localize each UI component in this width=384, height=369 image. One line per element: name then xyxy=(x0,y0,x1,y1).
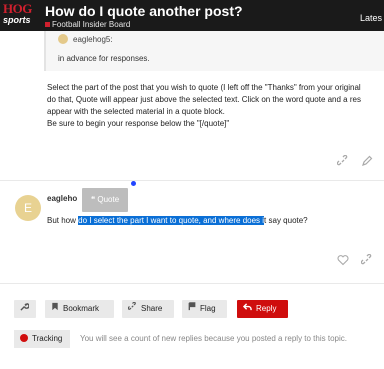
post2-text-after: t say quote? xyxy=(264,216,308,225)
post-divider xyxy=(0,180,384,181)
post1-line-2: do that, Quote will appear just above th… xyxy=(47,95,361,104)
category-badge[interactable]: Football Insider Board xyxy=(45,20,130,29)
flag-icon xyxy=(188,300,196,318)
header-latest-link[interactable]: Lates xyxy=(360,13,382,23)
notification-tracking-button[interactable]: Tracking xyxy=(14,330,70,348)
quote-selection-label: Quote xyxy=(97,195,120,204)
reply-button[interactable]: Reply xyxy=(237,300,288,318)
quote-text: in advance for responses. xyxy=(58,54,150,63)
tracking-dot-icon xyxy=(20,334,28,342)
edit-pencil-icon[interactable] xyxy=(360,155,374,169)
tracking-label: Tracking xyxy=(32,334,63,343)
reply-arrow-icon xyxy=(242,300,252,318)
quote-author[interactable]: eaglehog5: xyxy=(73,35,113,44)
tracking-description: You will see a count of new replies beca… xyxy=(80,334,347,343)
site-logo[interactable]: HOG sports xyxy=(2,2,43,28)
flag-button[interactable]: Flag xyxy=(182,300,227,318)
bookmark-icon xyxy=(51,300,59,318)
post1-line-4: Be sure to begin your response below the… xyxy=(47,119,230,128)
like-heart-icon[interactable] xyxy=(336,254,350,268)
admin-wrench-button[interactable] xyxy=(14,300,36,318)
wrench-icon xyxy=(20,300,30,318)
post1-line-3: appear with the selected material in a q… xyxy=(47,107,225,116)
flag-label: Flag xyxy=(200,304,216,313)
post-divider xyxy=(0,283,384,284)
logo-sports: sports xyxy=(3,15,31,25)
selected-text[interactable]: do I select the part I want to quote, an… xyxy=(78,216,265,225)
post2-text-before: But how xyxy=(47,216,79,225)
post2-author[interactable]: eagleho xyxy=(47,194,77,203)
share-link-icon xyxy=(127,300,137,318)
logo-hog: HOG xyxy=(3,1,32,16)
topic-title[interactable]: How do I quote another post? xyxy=(45,3,243,19)
quote-selection-button[interactable]: ❝ Quote xyxy=(82,188,128,212)
category-color-square xyxy=(45,22,50,27)
bookmark-label: Bookmark xyxy=(63,304,100,313)
bookmark-button[interactable]: Bookmark xyxy=(45,300,114,318)
link-icon[interactable] xyxy=(360,253,374,268)
quote-block: eaglehog5: in advance for responses. xyxy=(44,31,384,71)
share-label: Share xyxy=(141,304,163,313)
share-button[interactable]: Share xyxy=(122,300,174,318)
top-header: HOG sports How do I quote another post? … xyxy=(0,0,384,31)
avatar[interactable]: E xyxy=(15,195,41,221)
quote-avatar xyxy=(58,34,68,44)
reply-label: Reply xyxy=(256,304,277,313)
selection-handle[interactable] xyxy=(131,181,136,186)
post1-line-1: Select the part of the post that you wis… xyxy=(47,83,361,92)
category-label: Football Insider Board xyxy=(52,20,131,29)
post2-body: But how do I select the part I want to q… xyxy=(47,215,308,227)
link-icon[interactable] xyxy=(336,154,350,169)
